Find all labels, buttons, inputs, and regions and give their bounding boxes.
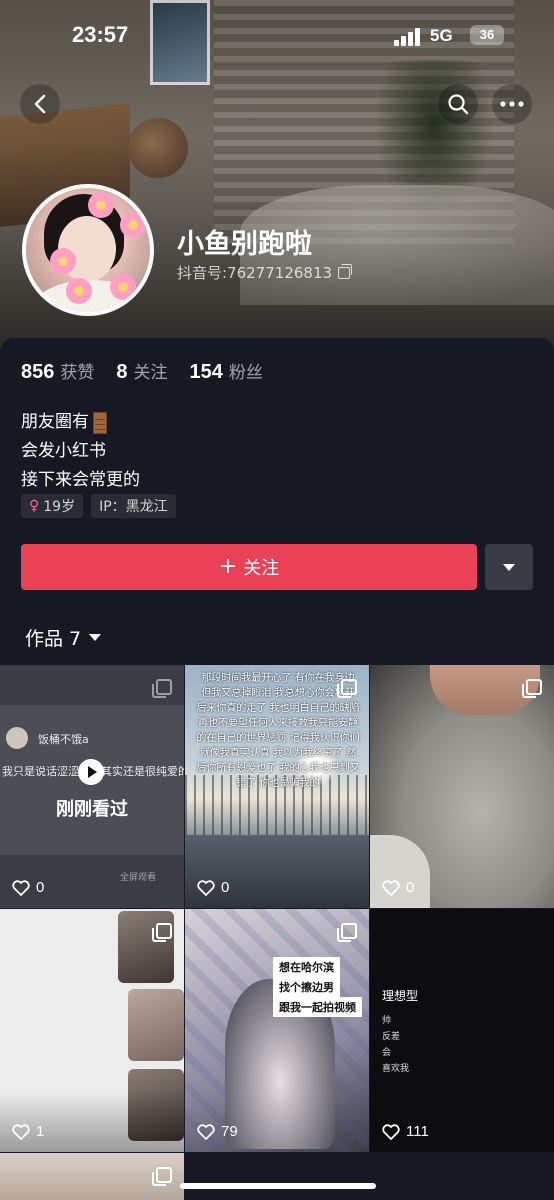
flower-decoration	[66, 278, 92, 304]
avatar	[6, 727, 28, 749]
heart-icon	[382, 879, 400, 896]
copy-icon[interactable]	[338, 263, 353, 279]
heart-icon	[12, 879, 30, 896]
caret-down-icon	[503, 563, 515, 571]
like-count: 0	[382, 879, 414, 896]
profile-tags: ♀ 19岁 IP：黑龙江	[21, 494, 176, 518]
tile-line: 喜欢我	[382, 1064, 410, 1074]
age-tag: ♀ 19岁	[21, 494, 84, 518]
work-tile[interactable]: 想在哈尔滨 找个擦边男 跟我一起拍视频 79	[185, 909, 369, 1152]
home-indicator[interactable]	[180, 1183, 376, 1189]
bio-line: 接下来会常更的	[21, 470, 140, 490]
recently-watched-label: 刚刚看过	[56, 799, 128, 820]
play-icon	[78, 759, 104, 785]
flower-decoration	[120, 212, 146, 238]
status-bar: 23:57 5G 36	[0, 0, 554, 74]
work-tile[interactable]: 饭桶不饿a 我只是说话涩涩的，其实还是很纯爱的 刚刚看过 全屏观看 0	[0, 665, 184, 908]
flower-decoration	[110, 274, 136, 300]
status-time: 23:57	[72, 22, 129, 47]
douyin-id[interactable]: 抖音号:76277126813	[177, 262, 353, 283]
flower-decoration	[50, 248, 76, 274]
battery-icon: 36	[470, 25, 504, 45]
gallery-icon	[337, 679, 357, 698]
flower-decoration	[88, 192, 114, 218]
profile-stats: 856 获赞 8 关注 154 粉丝	[21, 358, 263, 384]
back-button[interactable]	[20, 84, 60, 124]
tile-line: 会	[382, 1048, 392, 1058]
heart-icon	[197, 1123, 215, 1140]
stat-followers[interactable]: 154 粉丝	[190, 358, 263, 384]
tile-line: 帅	[382, 1016, 392, 1026]
fullscreen-label: 全屏观看	[119, 873, 156, 883]
search-icon	[448, 94, 469, 115]
follow-button[interactable]: + 关注	[21, 544, 477, 590]
bio-line: 会发小红书	[21, 441, 106, 461]
heart-icon	[197, 879, 215, 896]
work-tile[interactable]	[0, 1153, 184, 1200]
ip-tag: IP：黑龙江	[91, 494, 176, 518]
bio-line: 朋友圈有	[21, 412, 89, 432]
gallery-icon	[152, 923, 172, 942]
stat-likes[interactable]: 856 获赞	[21, 358, 94, 384]
gallery-icon	[152, 1167, 172, 1186]
tile-line: 反差	[382, 1032, 401, 1042]
profile-name: 小鱼别跑啦	[177, 229, 312, 260]
more-dots-icon	[500, 101, 524, 107]
tile-heading: 理想型	[382, 989, 419, 1003]
comment-username: 饭桶不饿a	[38, 733, 89, 746]
network-type: 5G	[430, 26, 453, 45]
chevron-left-icon	[34, 94, 46, 114]
heart-icon	[12, 1123, 30, 1140]
stat-following[interactable]: 8 关注	[116, 358, 167, 384]
work-tile[interactable]: 那段时间我最开心了 有你在我身边 但我又总掉眼泪 我总想心你会离开 后来你真的走…	[185, 665, 369, 908]
tile-label: 跟我一起拍视频	[273, 997, 362, 1017]
like-count: 1	[12, 1123, 44, 1140]
door-emoji-icon	[93, 411, 107, 434]
like-count: 0	[197, 879, 229, 896]
search-button[interactable]	[438, 84, 478, 124]
like-count: 0	[12, 879, 44, 896]
gallery-icon	[522, 679, 542, 698]
tile-label: 想在哈尔滨	[273, 957, 340, 977]
work-tile[interactable]: 1	[0, 909, 184, 1152]
signal-icon	[394, 28, 422, 46]
avatar[interactable]	[22, 184, 154, 316]
recommend-dropdown-button[interactable]	[485, 544, 533, 590]
profile-bio: 朋友圈有 会发小红书 接下来会常更的	[21, 408, 140, 495]
work-tile[interactable]: 0	[370, 665, 554, 908]
gallery-icon	[337, 923, 357, 942]
like-count: 111	[382, 1123, 429, 1140]
tab-works[interactable]: 作品 7	[25, 624, 102, 651]
female-icon: ♀	[29, 498, 40, 514]
caret-down-icon	[89, 634, 102, 641]
tile-label: 找个擦边男	[273, 977, 340, 997]
heart-icon	[382, 1123, 400, 1140]
work-tile[interactable]: 理想型 帅 反差 会 喜欢我 111	[370, 909, 554, 1152]
douyin-id-text: 抖音号:76277126813	[177, 264, 333, 282]
more-options-button[interactable]	[492, 84, 532, 124]
gallery-icon	[152, 679, 172, 698]
like-count: 79	[197, 1123, 238, 1140]
plus-icon: +	[218, 554, 238, 579]
